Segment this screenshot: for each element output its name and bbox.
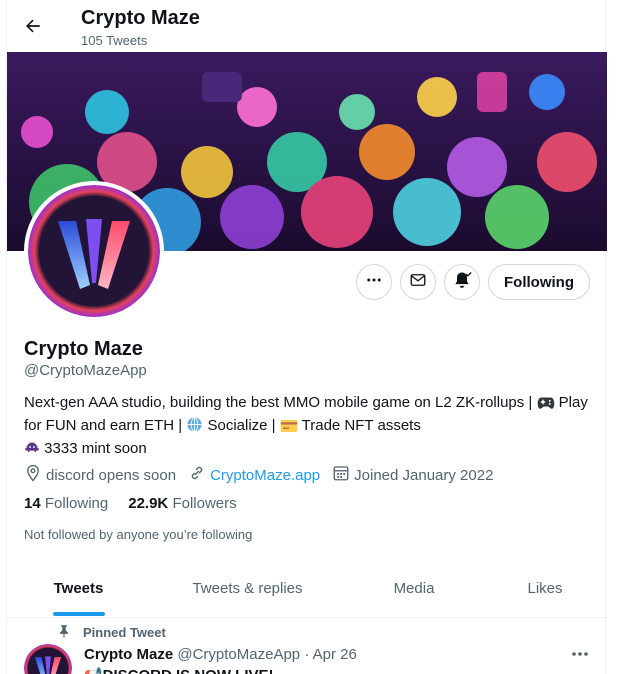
more-icon	[365, 271, 383, 294]
calendar-icon	[332, 464, 354, 486]
followers-count: 22.9K	[128, 495, 169, 512]
bio-trade: Trade NFT assets	[301, 417, 421, 434]
following-count: 14	[24, 495, 41, 512]
profile-column: Crypto Maze 105 Tweets Following Crypto …	[6, 0, 607, 674]
tweet-date[interactable]: · Apr 26	[304, 646, 357, 663]
active-tab-indicator	[53, 612, 105, 616]
tab-likes[interactable]: Likes	[483, 558, 607, 618]
bio-line2: for FUN and earn ETH |	[24, 417, 187, 434]
message-button[interactable]	[400, 264, 436, 300]
pin-icon	[57, 624, 83, 641]
tab-tweets[interactable]: Tweets	[7, 558, 150, 618]
website-item[interactable]: CryptoMaze.app	[188, 464, 320, 486]
pinned-label-row: Pinned Tweet	[57, 624, 166, 641]
following-label: Following	[44, 495, 109, 512]
tab-media[interactable]: Media	[345, 558, 483, 618]
alien-icon	[24, 440, 40, 462]
not-followed-note: Not followed by anyone you’re following	[24, 527, 253, 542]
profile-tabs: Tweets Tweets & replies Media Likes	[7, 558, 607, 618]
tweet-avatar[interactable]	[24, 644, 72, 674]
tweet-text: 📢DISCORD IS NOW LIVE!	[84, 666, 274, 674]
tweet-count: 105 Tweets	[81, 33, 148, 48]
tweet-more-button[interactable]	[569, 646, 591, 662]
location-text: discord opens soon	[46, 466, 177, 484]
profile-handle: @CryptoMazeApp	[24, 362, 147, 379]
joined-item: Joined January 2022	[332, 464, 493, 486]
card-icon	[280, 419, 298, 439]
game-controller-icon	[537, 394, 555, 416]
bell-icon	[452, 270, 472, 295]
profile-stats: 14 Following 22.9K Followers	[24, 495, 257, 512]
followers-label: Followers	[172, 495, 237, 512]
followers-stat[interactable]: 22.9K Followers	[128, 495, 236, 512]
tweet-header: Crypto Maze @CryptoMazeApp · Apr 26	[84, 646, 357, 663]
back-arrow-icon[interactable]	[21, 14, 45, 38]
location-item: discord opens soon	[24, 464, 176, 486]
profile-meta: discord opens soon CryptoMaze.app Joined…	[24, 464, 505, 486]
pinned-label: Pinned Tweet	[83, 625, 166, 640]
bio-text: Next-gen AAA studio, building the best M…	[24, 394, 537, 411]
more-options-button[interactable]	[356, 264, 392, 300]
bio-play: Play	[558, 394, 588, 411]
following-button[interactable]: Following	[488, 264, 590, 300]
profile-avatar[interactable]	[24, 181, 164, 321]
bio-line3: 3333 mint soon	[44, 440, 147, 457]
following-stat[interactable]: 14 Following	[24, 495, 108, 512]
location-icon	[24, 464, 46, 486]
tweet-author[interactable]: Crypto Maze	[84, 646, 173, 663]
mail-icon	[409, 271, 427, 294]
joined-text: Joined January 2022	[354, 466, 494, 484]
profile-name: Crypto Maze	[24, 338, 143, 360]
tweet-handle[interactable]: @CryptoMazeApp	[177, 646, 300, 663]
top-bar: Crypto Maze 105 Tweets	[7, 0, 607, 52]
profile-bio: Next-gen AAA studio, building the best M…	[24, 393, 594, 462]
bio-socialize: Socialize |	[207, 417, 280, 434]
website-link[interactable]: CryptoMaze.app	[210, 467, 320, 484]
header-title: Crypto Maze	[81, 7, 200, 29]
globe-icon	[186, 416, 203, 439]
link-icon	[188, 464, 210, 486]
tab-tweets-replies[interactable]: Tweets & replies	[150, 558, 345, 618]
notifications-button[interactable]	[444, 264, 480, 300]
